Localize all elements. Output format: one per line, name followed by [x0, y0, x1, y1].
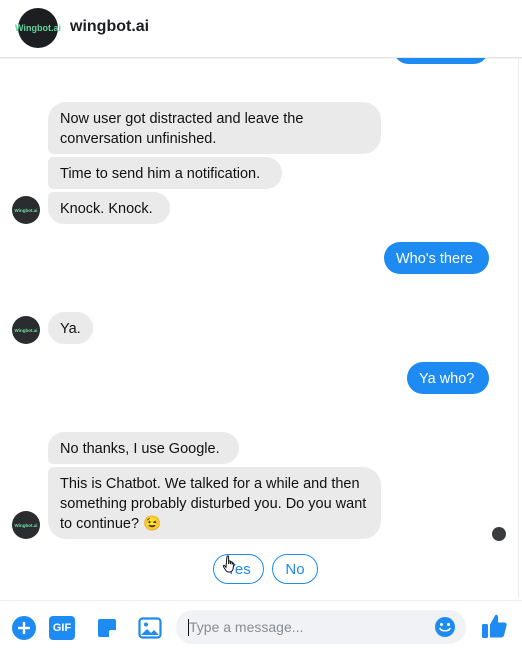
message-composer: GIF Type a message...	[0, 600, 522, 651]
gif-icon[interactable]: GIF	[49, 616, 75, 640]
message-incoming: Now user got distracted and leave the co…	[48, 102, 381, 154]
avatar-text: Wingbot.ai	[14, 522, 38, 528]
message-input[interactable]: Type a message...	[176, 610, 466, 644]
message-outgoing: Ya who?	[407, 362, 489, 394]
grid-line	[518, 58, 519, 598]
sticker-icon[interactable]	[95, 616, 119, 640]
hand-cursor-icon	[222, 555, 235, 573]
chat-header: Wingbot.ai wingbot.ai	[0, 0, 522, 58]
quick-reply-no[interactable]: No	[272, 554, 318, 584]
emoji-icon[interactable]	[434, 616, 456, 638]
bot-logo[interactable]: Wingbot.ai	[15, 8, 61, 48]
logo-text: Wingbot.ai	[15, 23, 61, 33]
gif-label: GIF	[52, 622, 72, 634]
chat-title[interactable]: wingbot.ai	[70, 18, 149, 36]
message-incoming: This is Chatbot. We talked for a while a…	[48, 467, 381, 539]
avatar-text: Wingbot.ai	[14, 207, 38, 213]
bot-avatar: Wingbot.ai	[12, 316, 40, 344]
message-input-placeholder: Type a message...	[189, 619, 304, 635]
message-incoming: No thanks, I use Google.	[48, 432, 239, 464]
message-outgoing: Who's there	[384, 242, 489, 274]
read-receipt-avatar	[492, 527, 506, 541]
photo-icon[interactable]	[138, 616, 162, 640]
message-incoming: Time to send him a notification.	[48, 157, 282, 189]
add-icon[interactable]	[12, 616, 36, 640]
thumbs-up-icon[interactable]	[481, 612, 509, 640]
bot-avatar: Wingbot.ai	[12, 511, 40, 539]
avatar-text: Wingbot.ai	[14, 327, 38, 333]
message-incoming: Ya.	[48, 312, 93, 344]
bot-avatar: Wingbot.ai	[12, 196, 40, 224]
message-incoming: Knock. Knock.	[48, 192, 170, 224]
